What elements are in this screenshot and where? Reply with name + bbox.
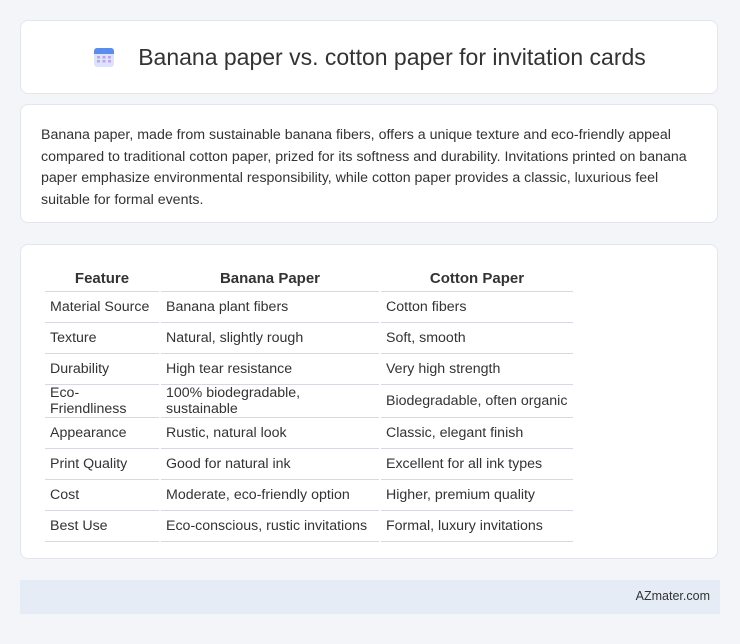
- table-cell: Good for natural ink: [161, 449, 379, 480]
- table-cell: Rustic, natural look: [161, 418, 379, 449]
- comparison-table: Feature Banana Paper Cotton Paper Materi…: [43, 265, 575, 542]
- table-cell: Durability: [45, 354, 159, 385]
- intro-card: Banana paper, made from sustainable bana…: [20, 104, 718, 223]
- table-cell: Texture: [45, 323, 159, 354]
- table-row: Material Source Banana plant fibers Cotton…: [45, 292, 573, 323]
- table-cell: Biodegradable, often organic: [381, 385, 573, 418]
- table-cell: Very high strength: [381, 354, 573, 385]
- table-row: Eco-Friendliness 100% biodegradable, sust…: [45, 385, 573, 418]
- table-cell: Cost: [45, 480, 159, 511]
- table-cell: Formal, luxury invitations: [381, 511, 573, 542]
- table-cell: Soft, smooth: [381, 323, 573, 354]
- footer: AZmater.com: [20, 580, 720, 614]
- title-card: Banana paper vs. cotton paper for invita…: [20, 20, 718, 94]
- table-cell: Higher, premium quality: [381, 480, 573, 511]
- column-header-banana-paper: Banana Paper: [161, 265, 379, 292]
- table-cell: Cotton fibers: [381, 292, 573, 323]
- page-title: Banana paper vs. cotton paper for invita…: [138, 43, 646, 70]
- table-cell: Classic, elegant finish: [381, 418, 573, 449]
- table-header-row: Feature Banana Paper Cotton Paper: [45, 265, 573, 292]
- table-cell: Moderate, eco-friendly option: [161, 480, 379, 511]
- table-cell: Appearance: [45, 418, 159, 449]
- intro-text: Banana paper, made from sustainable bana…: [41, 127, 687, 208]
- footer-brand: AZmater.com: [635, 589, 710, 603]
- table-row: Appearance Rustic, natural look Classic, e…: [45, 418, 573, 449]
- table-body: Material Source Banana plant fibers Cotton…: [45, 292, 573, 542]
- table-cell: Eco-Friendliness: [45, 385, 159, 418]
- table-cell: Natural, slightly rough: [161, 323, 379, 354]
- table-cell: Banana plant fibers: [161, 292, 379, 323]
- table-row: Durability High tear resistance Very high …: [45, 354, 573, 385]
- calendar-icon: [94, 48, 115, 67]
- table-row: Cost Moderate, eco-friendly option Higher,…: [45, 480, 573, 511]
- column-header-cotton-paper: Cotton Paper: [381, 265, 573, 292]
- table-cell: High tear resistance: [161, 354, 379, 385]
- table-cell: Print Quality: [45, 449, 159, 480]
- table-row: Print Quality Good for natural ink Excelle…: [45, 449, 573, 480]
- table-cell: Material Source: [45, 292, 159, 323]
- comparison-card: Feature Banana Paper Cotton Paper Materi…: [20, 244, 718, 559]
- table-cell: Excellent for all ink types: [381, 449, 573, 480]
- table-row: Texture Natural, slightly rough Soft, smoo…: [45, 323, 573, 354]
- table-cell: Eco-conscious, rustic invitations: [161, 511, 379, 542]
- column-header-feature: Feature: [45, 265, 159, 292]
- table-row: Best Use Eco-conscious, rustic invitation…: [45, 511, 573, 542]
- table-cell: Best Use: [45, 511, 159, 542]
- table-cell: 100% biodegradable, sustainable: [161, 385, 379, 418]
